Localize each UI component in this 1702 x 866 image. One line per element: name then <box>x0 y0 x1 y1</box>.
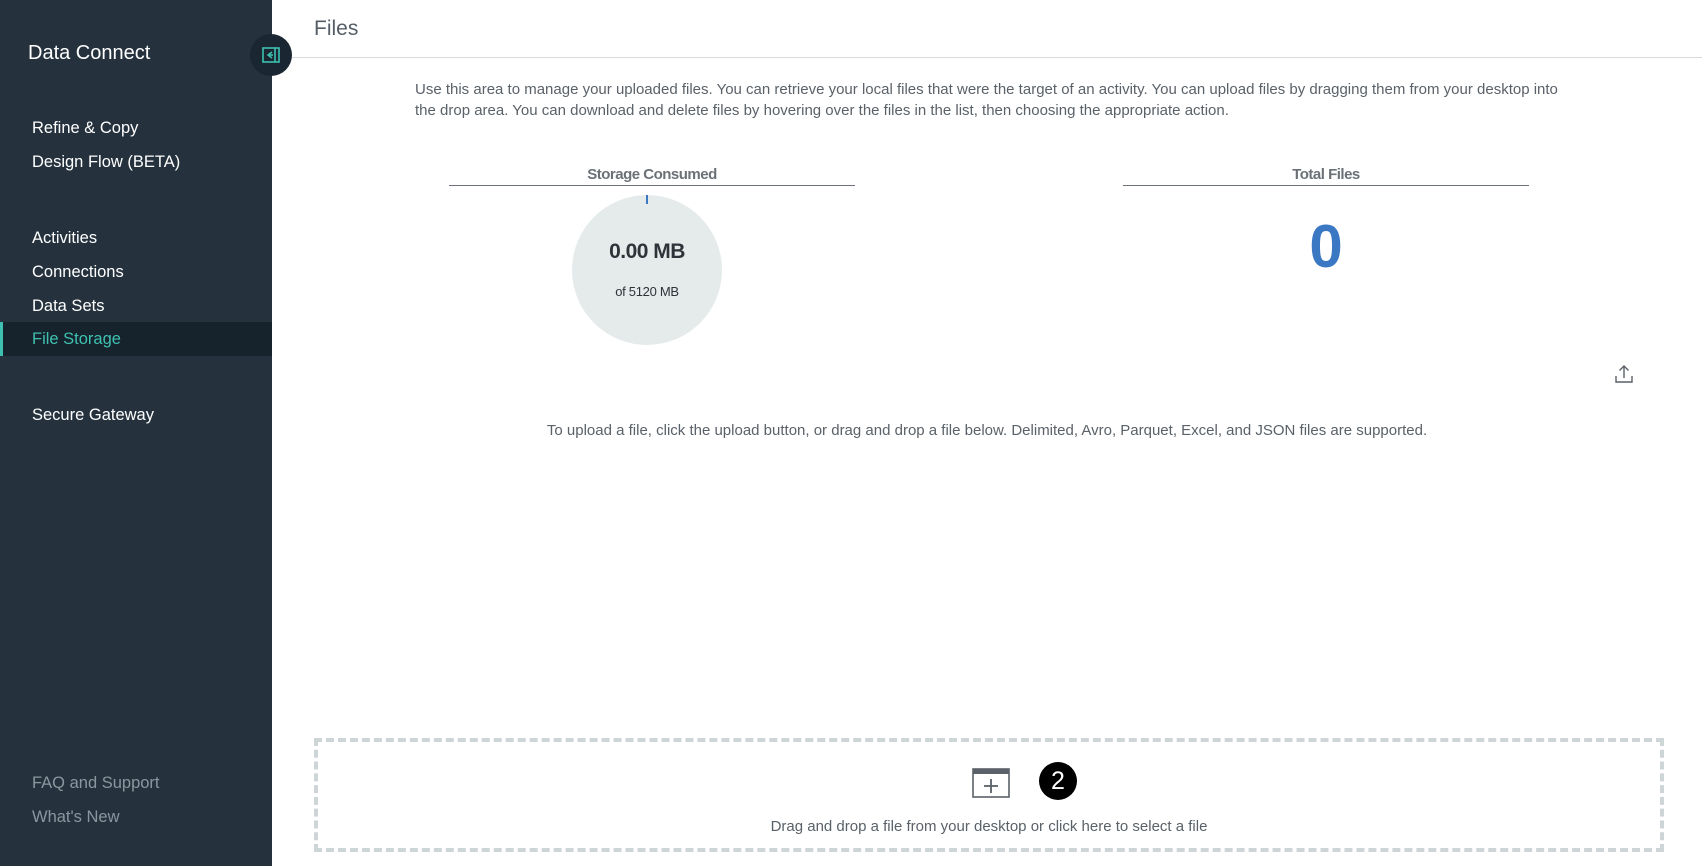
upload-hint: To upload a file, click the upload butto… <box>546 422 1428 439</box>
storage-donut: 0.00 MB of 5120 MB <box>572 195 722 345</box>
sidebar-item-secure-gateway[interactable]: Secure Gateway <box>0 398 272 432</box>
storage-consumed-title: Storage Consumed <box>449 166 855 186</box>
upload-button[interactable] <box>1612 362 1636 386</box>
collapse-sidebar-icon <box>262 47 280 63</box>
sidebar-item-whats-new[interactable]: What's New <box>0 800 272 834</box>
add-file-icon <box>972 768 1010 798</box>
sidebar-item-activities[interactable]: Activities <box>0 221 272 255</box>
dropzone-text: Drag and drop a file from your desktop o… <box>770 818 1208 835</box>
sidebar-item-data-sets[interactable]: Data Sets <box>0 289 272 323</box>
sidebar-item-file-storage[interactable]: File Storage <box>0 322 272 356</box>
app-title: Data Connect <box>28 42 151 64</box>
sidebar-item-connections[interactable]: Connections <box>0 255 272 289</box>
storage-used-indicator <box>646 195 648 204</box>
sidebar-item-design-flow[interactable]: Design Flow (BETA) <box>0 145 272 179</box>
sidebar-item-refine-copy[interactable]: Refine & Copy <box>0 111 272 145</box>
storage-capacity: of 5120 MB <box>615 284 679 299</box>
sidebar-item-faq-support[interactable]: FAQ and Support <box>0 766 272 800</box>
page-title: Files <box>314 17 359 40</box>
sidebar: Data Connect Refine & Copy Design Flow (… <box>0 0 272 866</box>
total-files-title: Total Files <box>1123 166 1529 186</box>
header-divider <box>272 57 1702 58</box>
total-files-value: 0 <box>1309 213 1343 280</box>
collapse-sidebar-button[interactable] <box>250 34 292 76</box>
step-badge: 2 <box>1039 762 1077 800</box>
storage-used-value: 0.00 MB <box>609 240 685 263</box>
page-description: Use this area to manage your uploaded fi… <box>415 81 1558 119</box>
file-dropzone[interactable]: Drag and drop a file from your desktop o… <box>314 738 1664 852</box>
upload-icon <box>1615 365 1633 383</box>
